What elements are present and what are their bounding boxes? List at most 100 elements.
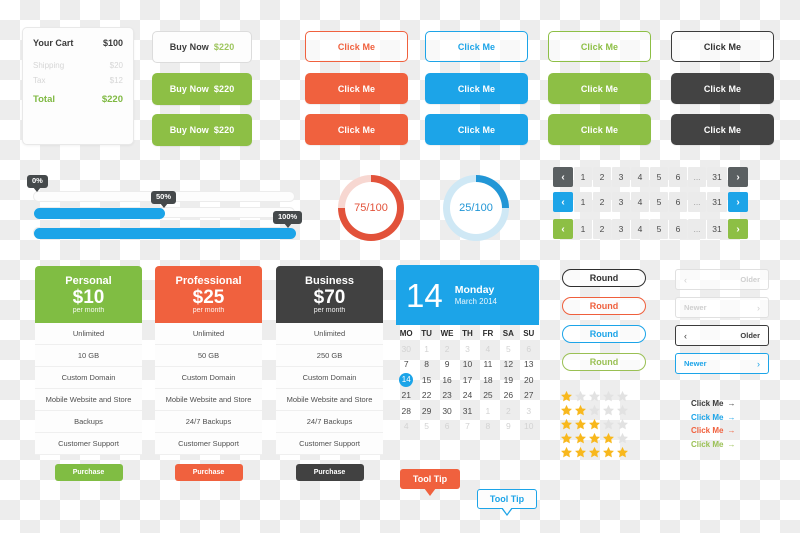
- calendar-day-cell[interactable]: 29: [416, 403, 436, 419]
- pagination-page-2[interactable]: 2: [593, 167, 611, 187]
- calendar-day-cell[interactable]: 19: [498, 372, 518, 388]
- pagination-prev-button[interactable]: ‹: [553, 167, 573, 187]
- pricing-purchase-button[interactable]: Purchase: [295, 464, 364, 481]
- calendar-day-cell[interactable]: 4: [396, 419, 416, 435]
- calendar-day-cell[interactable]: 21: [396, 388, 416, 404]
- click-me-button-dark-1[interactable]: Click Me: [671, 31, 774, 62]
- pagination-page-3[interactable]: 3: [612, 219, 630, 239]
- round-button-green[interactable]: Round: [562, 353, 646, 371]
- star-icon[interactable]: [616, 404, 629, 418]
- star-icon[interactable]: [560, 446, 573, 460]
- nav-button-older-3[interactable]: ‹ Older: [675, 325, 769, 346]
- star-icon[interactable]: [616, 418, 629, 432]
- buy-now-button-3[interactable]: Buy Now $220: [152, 114, 252, 146]
- calendar-day-cell[interactable]: 7: [457, 419, 477, 435]
- calendar-day-cell[interactable]: 22: [416, 388, 436, 404]
- calendar-day-cell[interactable]: 14: [396, 372, 416, 388]
- pagination-page-4[interactable]: 4: [631, 167, 649, 187]
- tooltip-outline[interactable]: Tool Tip: [477, 489, 537, 516]
- star-icon[interactable]: [574, 418, 587, 432]
- star-icon[interactable]: [588, 432, 601, 446]
- calendar-day-cell[interactable]: 7: [396, 357, 416, 373]
- pagination-page-31[interactable]: 31: [707, 167, 727, 187]
- click-me-button-dark-2[interactable]: Click Me: [671, 73, 774, 104]
- tooltip-solid[interactable]: Tool Tip: [400, 469, 460, 496]
- star-icon[interactable]: [574, 432, 587, 446]
- pagination-page-2[interactable]: 2: [593, 192, 611, 212]
- star-icon[interactable]: [602, 390, 615, 404]
- calendar-day-cell[interactable]: 1: [416, 341, 436, 357]
- calendar-day-cell[interactable]: 23: [437, 388, 457, 404]
- calendar-day-cell[interactable]: 15: [416, 372, 436, 388]
- pagination-page-5[interactable]: 5: [650, 167, 668, 187]
- star-icon[interactable]: [602, 446, 615, 460]
- calendar-day-cell[interactable]: 6: [519, 341, 539, 357]
- star-icon[interactable]: [588, 446, 601, 460]
- calendar-day-cell[interactable]: 4: [478, 341, 498, 357]
- progress-bar-2[interactable]: [33, 207, 295, 219]
- pagination-prev-button[interactable]: ‹: [553, 219, 573, 239]
- calendar-day-cell[interactable]: 30: [437, 403, 457, 419]
- star-icon[interactable]: [616, 446, 629, 460]
- round-button-blue[interactable]: Round: [562, 325, 646, 343]
- calendar-day-cell[interactable]: 9: [437, 357, 457, 373]
- calendar-day-cell[interactable]: 10: [519, 419, 539, 435]
- click-me-button-green-1[interactable]: Click Me: [548, 31, 651, 62]
- calendar-day-cell[interactable]: 11: [478, 357, 498, 373]
- click-me-button-red-1[interactable]: Click Me: [305, 31, 408, 62]
- pagination-page-2[interactable]: 2: [593, 219, 611, 239]
- nav-button-newer-4[interactable]: Newer ›: [675, 353, 769, 374]
- click-me-link-4[interactable]: Click Me →: [691, 440, 735, 449]
- pagination-page-1[interactable]: 1: [574, 219, 592, 239]
- round-button-red[interactable]: Round: [562, 297, 646, 315]
- star-icon[interactable]: [602, 404, 615, 418]
- buy-now-button-1[interactable]: Buy Now $220: [152, 31, 252, 63]
- click-me-button-green-2[interactable]: Click Me: [548, 73, 651, 104]
- calendar-day-cell[interactable]: 24: [457, 388, 477, 404]
- pagination-page-1[interactable]: 1: [574, 167, 592, 187]
- click-me-link-3[interactable]: Click Me →: [691, 426, 735, 435]
- pagination-next-button[interactable]: ›: [728, 192, 748, 212]
- star-icon[interactable]: [574, 446, 587, 460]
- round-button-dark[interactable]: Round: [562, 269, 646, 287]
- calendar-day-cell[interactable]: 31: [457, 403, 477, 419]
- pagination-page-31[interactable]: 31: [707, 219, 727, 239]
- star-icon[interactable]: [602, 432, 615, 446]
- star-icon[interactable]: [588, 418, 601, 432]
- calendar-day-cell[interactable]: 1: [478, 403, 498, 419]
- star-rating-row-1[interactable]: [560, 390, 629, 404]
- star-icon[interactable]: [560, 418, 573, 432]
- calendar-day-cell[interactable]: 9: [498, 419, 518, 435]
- pricing-purchase-button[interactable]: Purchase: [54, 464, 123, 481]
- pagination-page-4[interactable]: 4: [631, 219, 649, 239]
- calendar-day-cell[interactable]: 18: [478, 372, 498, 388]
- click-me-button-green-3[interactable]: Click Me: [548, 114, 651, 145]
- pagination-page-6[interactable]: 6: [669, 167, 687, 187]
- pagination-page-6[interactable]: 6: [669, 219, 687, 239]
- pagination-page-3[interactable]: 3: [612, 192, 630, 212]
- star-icon[interactable]: [602, 418, 615, 432]
- pagination-page-1[interactable]: 1: [574, 192, 592, 212]
- pagination-page-5[interactable]: 5: [650, 219, 668, 239]
- star-icon[interactable]: [616, 390, 629, 404]
- calendar-day-cell[interactable]: 2: [498, 403, 518, 419]
- progress-bar-3[interactable]: [33, 227, 296, 239]
- star-rating-row-5[interactable]: [560, 446, 629, 460]
- calendar-day-cell[interactable]: 8: [478, 419, 498, 435]
- calendar-day-cell[interactable]: 27: [519, 388, 539, 404]
- click-me-button-red-3[interactable]: Click Me: [305, 114, 408, 145]
- calendar-day-cell[interactable]: 8: [416, 357, 436, 373]
- calendar-day-cell[interactable]: 3: [519, 403, 539, 419]
- calendar-day-cell[interactable]: 12: [498, 357, 518, 373]
- star-rating-row-2[interactable]: [560, 404, 629, 418]
- click-me-link-2[interactable]: Click Me →: [691, 413, 735, 422]
- calendar-day-cell[interactable]: 6: [437, 419, 457, 435]
- click-me-link-1[interactable]: Click Me →: [691, 399, 735, 408]
- pagination-page-5[interactable]: 5: [650, 192, 668, 212]
- pagination-page-6[interactable]: 6: [669, 192, 687, 212]
- pagination-next-button[interactable]: ›: [728, 219, 748, 239]
- star-rating-row-4[interactable]: [560, 432, 629, 446]
- calendar-day-cell[interactable]: 16: [437, 372, 457, 388]
- pagination-page-3[interactable]: 3: [612, 167, 630, 187]
- click-me-button-dark-3[interactable]: Click Me: [671, 114, 774, 145]
